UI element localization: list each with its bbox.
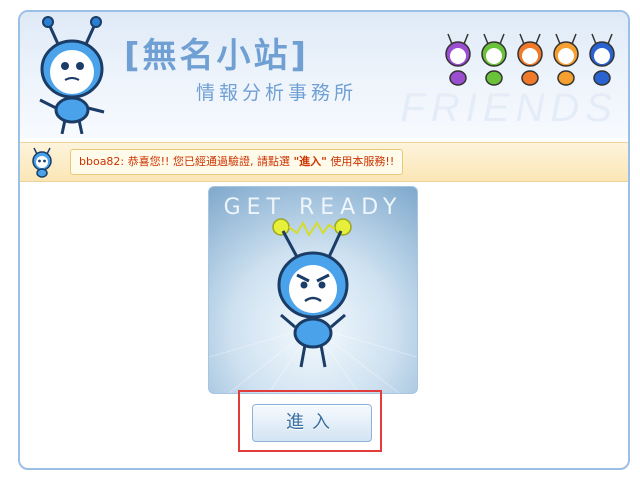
mini-bot-purple-icon xyxy=(445,33,471,86)
notice-text-part1: 恭喜您!! 您已經通過驗證, 請點選 xyxy=(124,155,294,168)
mini-bot-orange2-icon xyxy=(553,33,579,86)
notice-username: bboa82: xyxy=(79,155,125,168)
notice-enter-word: "進入" xyxy=(293,155,327,168)
site-header: FRIENDS [無名小站] 情報分析事務所 xyxy=(20,12,628,138)
mascot-small-icon xyxy=(32,147,52,178)
mascot-logo xyxy=(39,16,105,134)
site-title: [無名小站] xyxy=(124,36,310,76)
site-subtitle: 情報分析事務所 xyxy=(196,82,358,104)
notice-bar: bboa82: 恭喜您!! 您已經通過驗證, 請點選 "進入" 使用本服務!! xyxy=(20,142,628,182)
enter-button[interactable]: 進入 xyxy=(252,404,372,442)
angry-mascot-illustration xyxy=(209,218,417,393)
mini-bot-blue-icon xyxy=(589,33,615,86)
get-ready-card: GET READY xyxy=(208,186,418,394)
notice-message: bboa82: 恭喜您!! 您已經通過驗證, 請點選 "進入" 使用本服務!! xyxy=(70,149,404,175)
mini-bot-orange-icon xyxy=(517,33,543,86)
mini-bots-decoration xyxy=(445,33,615,86)
header-watermark: FRIENDS xyxy=(400,86,618,130)
notice-text-part2: 使用本服務!! xyxy=(326,155,395,168)
mini-bot-green-icon xyxy=(481,33,507,86)
